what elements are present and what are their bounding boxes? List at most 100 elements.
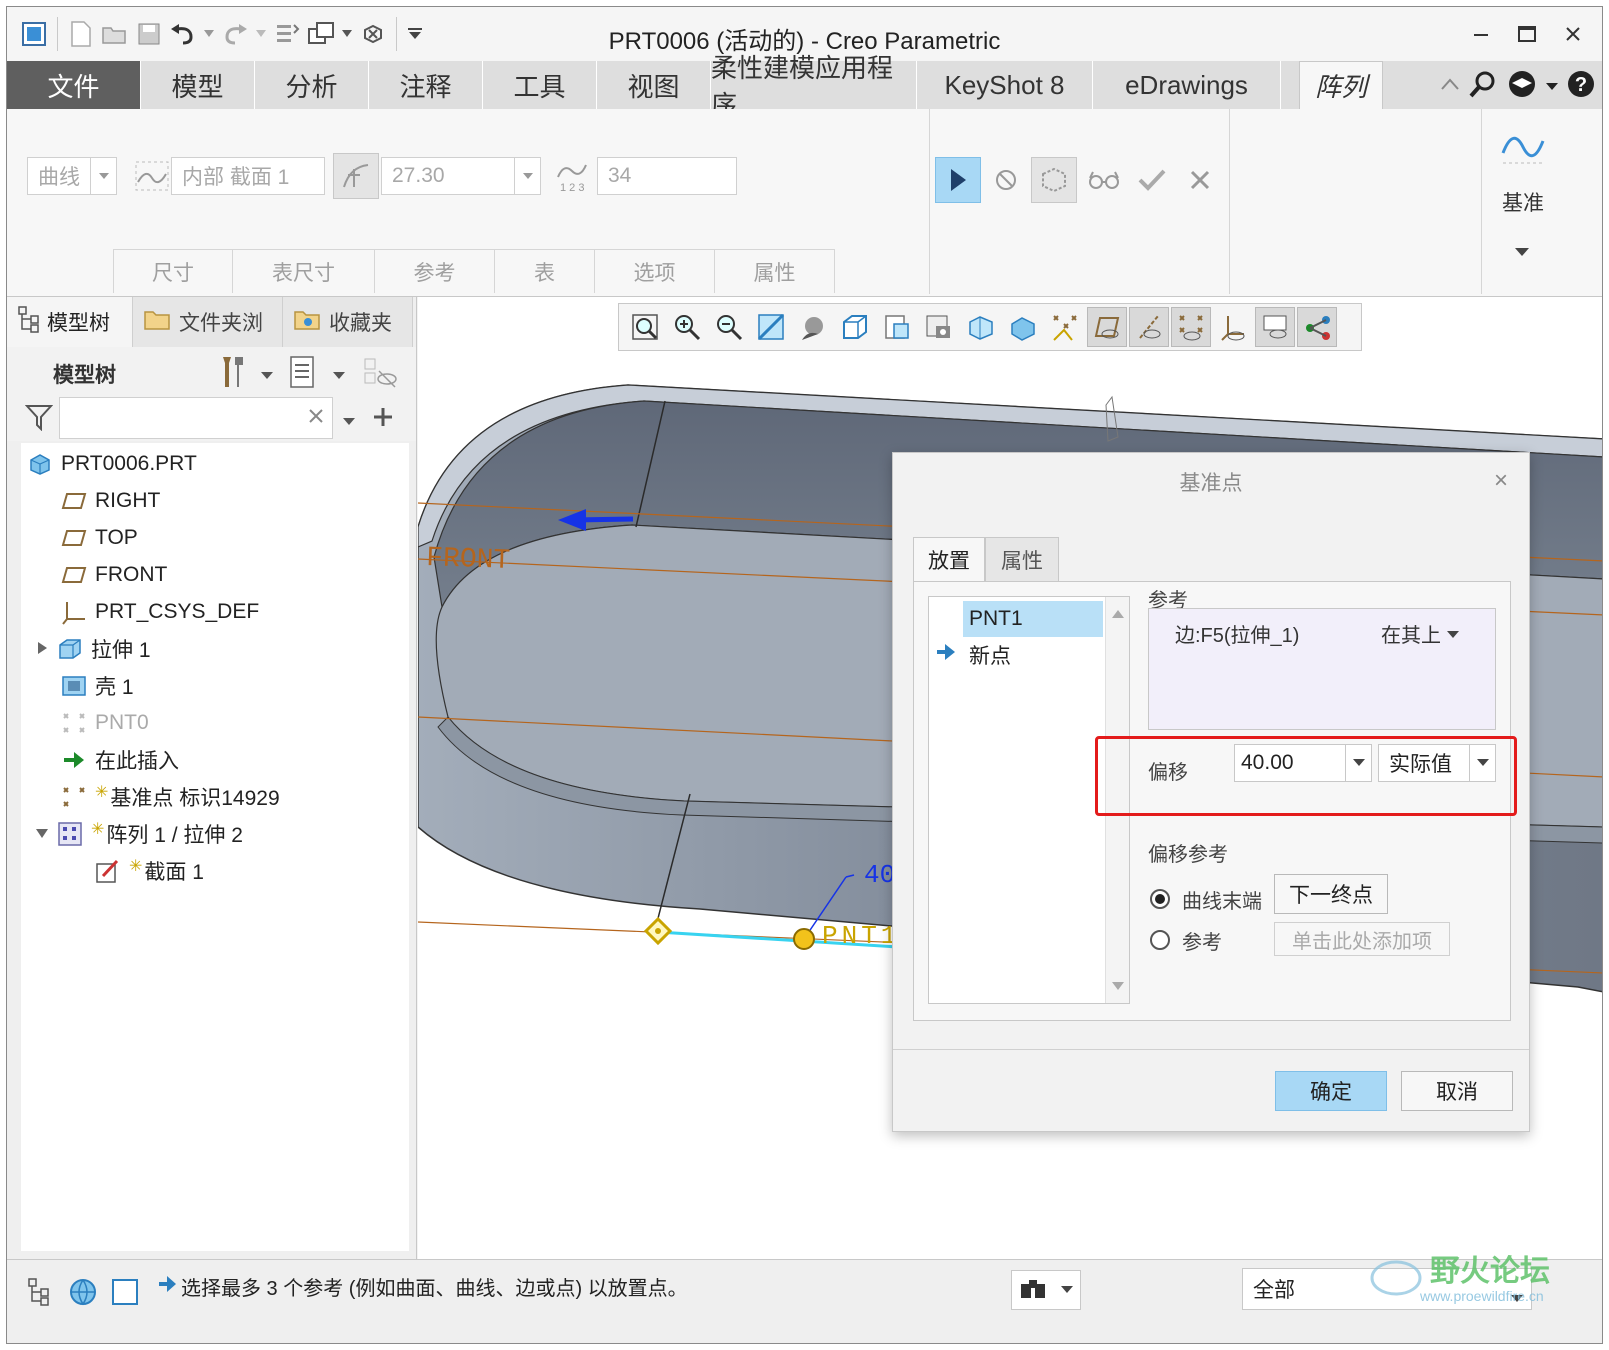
find-binoculars-button[interactable] <box>1011 1270 1081 1310</box>
point-list-item-pnt1[interactable]: PNT1 <box>963 601 1103 637</box>
zoom-out-icon[interactable] <box>709 307 749 347</box>
search-icon[interactable] <box>1468 69 1498 104</box>
tree-item-part[interactable]: PRT0006.PRT <box>27 447 197 481</box>
sketch-reference-icon[interactable] <box>129 153 175 199</box>
tab-placement[interactable]: 放置 <box>913 537 985 581</box>
radio-curve-end[interactable] <box>1150 889 1170 909</box>
next-end-button[interactable]: 下一终点 <box>1274 874 1388 914</box>
tree-item-front-plane[interactable]: FRONT <box>61 558 167 592</box>
filter-dropdown-icon[interactable] <box>343 413 355 431</box>
point-display-icon[interactable] <box>1171 307 1211 347</box>
tree-item-csys[interactable]: PRT_CSYS_DEF <box>61 595 259 629</box>
tab-model-tree[interactable]: 模型树 <box>7 297 133 347</box>
learning-connector-icon[interactable] <box>1506 69 1538 104</box>
datum-label[interactable]: 基准 <box>1497 187 1549 217</box>
group-tables[interactable]: 表 <box>495 249 595 293</box>
show-list-icon[interactable] <box>289 355 317 394</box>
verify-glasses-icon[interactable] <box>1081 157 1127 203</box>
clear-search-icon[interactable] <box>307 407 325 430</box>
tab-favorites[interactable]: 收藏夹 <box>283 297 413 347</box>
section-icon[interactable] <box>961 307 1001 347</box>
spin-center-icon[interactable] <box>1003 307 1043 347</box>
minimize-icon[interactable] <box>1458 15 1504 53</box>
csys-display-icon[interactable] <box>1213 307 1253 347</box>
tree-filter-visibility-icon[interactable] <box>363 355 399 394</box>
tree-item-pnt0[interactable]: PNT0 <box>61 706 149 740</box>
group-dimensions[interactable]: 尺寸 <box>113 249 233 293</box>
saved-orientations-icon[interactable] <box>835 307 875 347</box>
tab-properties[interactable]: 属性 <box>985 537 1059 581</box>
datum-display-filters-icon[interactable] <box>1045 307 1085 347</box>
group-properties[interactable]: 属性 <box>715 249 835 293</box>
close-icon[interactable] <box>1550 15 1596 53</box>
tree-item-top-plane[interactable]: TOP <box>61 521 138 555</box>
tree-item-pattern-1[interactable]: ✳ 阵列 1 / 拉伸 2 <box>35 817 243 851</box>
zoom-in-icon[interactable] <box>667 307 707 347</box>
perspective-view-icon[interactable] <box>919 307 959 347</box>
cancel-x-icon[interactable] <box>1177 157 1223 203</box>
tree-item-datum-point[interactable]: ✳ 基准点 标识14929 <box>61 780 280 814</box>
tab-flexible-modeling-apps[interactable]: 柔性建模应用程序 <box>711 53 917 120</box>
group-options[interactable]: 选项 <box>595 249 715 293</box>
add-item-collector[interactable]: 单击此处添加项 <box>1274 922 1450 956</box>
tab-tools[interactable]: 工具 <box>483 61 597 109</box>
point-list-item-new[interactable]: 新点 <box>963 637 1103 673</box>
group-references[interactable]: 参考 <box>375 249 495 293</box>
dimension-label[interactable]: 40 <box>864 860 895 890</box>
radio-reference[interactable] <box>1150 930 1170 950</box>
no-preview-icon[interactable] <box>983 157 1029 203</box>
tab-model[interactable]: 模型 <box>141 61 255 109</box>
axis-display-icon[interactable] <box>1129 307 1169 347</box>
tab-file[interactable]: 文件 <box>7 61 141 109</box>
chevron-down-icon[interactable] <box>514 158 540 194</box>
collapse-ribbon-icon[interactable] <box>1440 77 1460 96</box>
view-manager-icon[interactable] <box>877 307 917 347</box>
repaint-icon[interactable] <box>751 307 791 347</box>
tree-item-shell-1[interactable]: 壳 1 <box>61 669 134 703</box>
sketch-section-field[interactable]: 内部 截面 1 <box>171 157 325 195</box>
pause-resume-icon[interactable] <box>935 157 981 203</box>
help-dropdown-icon[interactable] <box>1546 78 1558 96</box>
tree-search-input[interactable] <box>59 397 333 439</box>
tab-view[interactable]: 视图 <box>597 61 711 109</box>
datum-curve-icon[interactable] <box>1497 121 1549 173</box>
toggle-navigator-icon[interactable] <box>19 1272 59 1312</box>
references-collector[interactable]: 边:F5(拉伸_1) 在其上 <box>1148 608 1496 730</box>
scroll-down-icon[interactable] <box>1112 977 1124 995</box>
tree-settings-icon[interactable] <box>217 353 247 394</box>
tree-settings-dropdown-icon[interactable] <box>261 367 273 385</box>
confirm-checkmark-icon[interactable] <box>1129 157 1175 203</box>
add-column-icon[interactable] <box>371 405 395 434</box>
tab-keyshot[interactable]: KeyShot 8 <box>917 61 1093 109</box>
show-dropdown-icon[interactable] <box>333 367 345 385</box>
full-screen-icon[interactable] <box>105 1272 145 1312</box>
tree-item-insert-here[interactable]: 在此插入 <box>61 743 179 777</box>
member-count-field[interactable]: 34 <box>597 157 737 195</box>
maximize-icon[interactable] <box>1504 15 1550 53</box>
tab-folder-browser[interactable]: 文件夹浏 <box>133 297 283 347</box>
tree-item-section-1[interactable]: ✳ 截面 1 <box>95 854 204 888</box>
tab-edrawings[interactable]: eDrawings <box>1093 61 1281 109</box>
point-label[interactable]: PNT1 <box>822 921 900 951</box>
tab-pattern[interactable]: 阵列 <box>1299 61 1383 109</box>
expand-arrow-icon[interactable] <box>35 637 49 661</box>
plane-display-icon[interactable] <box>1087 307 1127 347</box>
group-table-dimensions[interactable]: 表尺寸 <box>233 249 375 293</box>
scroll-up-icon[interactable] <box>1112 605 1124 623</box>
chevron-down-icon[interactable] <box>90 158 116 194</box>
datum-dropdown-icon[interactable] <box>1515 243 1529 261</box>
reference-constraint-select[interactable]: 在其上 <box>1381 619 1459 648</box>
spacing-mode-icon[interactable] <box>333 153 379 199</box>
reference-item[interactable]: 边:F5(拉伸_1) <box>1175 619 1299 648</box>
tab-analysis[interactable]: 分析 <box>255 61 369 109</box>
tree-item-extrude-1[interactable]: 拉伸 1 <box>35 632 151 666</box>
annotation-display-icon[interactable] <box>1255 307 1295 347</box>
collapse-arrow-icon[interactable] <box>35 822 49 846</box>
radio-curve-end-label[interactable]: 曲线末端 <box>1182 885 1262 914</box>
tab-annotate[interactable]: 注释 <box>369 61 483 109</box>
close-icon[interactable]: × <box>1487 467 1515 495</box>
tree-item-right-plane[interactable]: RIGHT <box>61 484 160 518</box>
filter-funnel-icon[interactable] <box>24 403 54 436</box>
refit-icon[interactable] <box>625 307 665 347</box>
geometry-preview-icon[interactable] <box>1031 157 1077 203</box>
